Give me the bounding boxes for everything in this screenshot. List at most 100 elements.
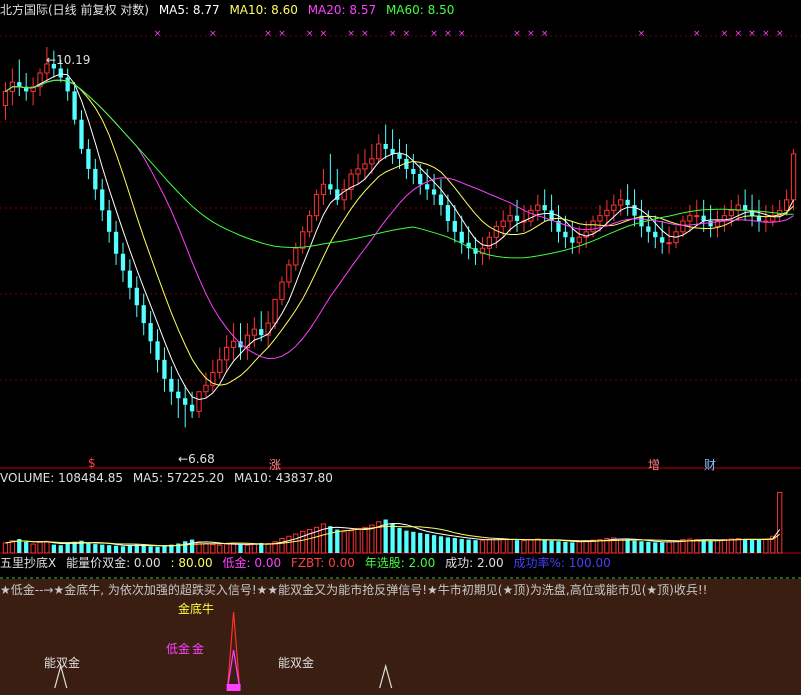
stock-chart-window: { "main": { "title": "北方国际(日线 前复权 对数)", …: [0, 0, 801, 695]
candle-body-100: [694, 215, 700, 218]
candle-body-32: [224, 346, 230, 361]
volume-bar-80: [556, 541, 561, 553]
volume-bar-63: [438, 536, 444, 553]
candle-body-61: [425, 184, 430, 190]
candle-body-37: [259, 329, 264, 336]
top-signal-mark-14: ×: [527, 29, 535, 39]
candle-body-22: [155, 341, 160, 360]
volume-bar-72: [500, 538, 506, 554]
candle-body-23: [162, 359, 167, 379]
top-signal-mark-3: ×: [278, 29, 286, 39]
candle-body-88: [611, 204, 617, 211]
volume-bar-56: [390, 523, 395, 553]
volume-bar-49: [341, 531, 347, 554]
volume-bar-22: [155, 546, 160, 553]
candle-body-102: [708, 221, 713, 227]
candle-body-8: [58, 68, 63, 78]
top-signal-mark-8: ×: [389, 29, 397, 39]
candle-body-90: [625, 199, 630, 206]
volume-bar-102: [708, 540, 713, 553]
candle-body-105: [728, 209, 734, 217]
volume-bar-61: [425, 534, 430, 553]
candle-body-60: [418, 173, 423, 185]
candle-body-52: [362, 163, 368, 170]
volume-bar-40: [279, 537, 285, 554]
volume-bar-82: [570, 542, 575, 553]
volume-bar-93: [646, 541, 651, 553]
candle-body-39: [272, 298, 278, 324]
volume-bar-6: [44, 540, 50, 554]
candle-body-2: [17, 82, 22, 87]
candle-body-56: [390, 148, 395, 154]
volume-bar-92: [639, 541, 644, 553]
volume-bar-101: [701, 540, 706, 553]
volume-bar-85: [590, 539, 596, 554]
volume-bar-7: [51, 544, 56, 553]
top-signal-mark-17: ×: [693, 29, 701, 39]
volume-bar-106: [735, 537, 741, 554]
candle-body-74: [514, 215, 520, 222]
volume-bar-107: [743, 539, 748, 553]
top-signal-mark-22: ×: [776, 29, 784, 39]
candle-body-29: [203, 384, 209, 393]
volume-bar-84: [583, 540, 589, 554]
candle-body-107: [743, 205, 748, 211]
ma10-value: MA10: 8.60: [229, 3, 298, 17]
volume-bar-38: [265, 543, 271, 554]
volume-bar-50: [348, 530, 354, 554]
top-signal-mark-6: ×: [347, 29, 355, 39]
volume-bar-75: [521, 540, 527, 554]
candle-body-14: [100, 189, 105, 211]
volume-bar-77: [535, 538, 541, 554]
volume-bar-5: [37, 541, 43, 554]
candle-body-81: [563, 231, 568, 238]
volume-bar-74: [514, 540, 520, 553]
top-signal-mark-5: ×: [320, 29, 328, 39]
moving-average-lines: [5, 73, 794, 401]
volume-bar-31: [217, 544, 223, 554]
volume-bar-91: [632, 540, 637, 553]
candle-body-113: [783, 199, 790, 211]
marker-finance: 财: [704, 458, 717, 472]
candle-body-98: [680, 220, 686, 233]
candle-body-13: [93, 168, 98, 190]
top-signal-mark-1: ×: [209, 29, 217, 39]
candle-body-77: [535, 204, 541, 211]
candle-body-43: [300, 231, 306, 249]
volume-bar-67: [466, 539, 471, 553]
volume-ma10-value: MA10: 43837.80: [233, 471, 333, 485]
volume-bar-14: [100, 544, 105, 553]
volume-bar-27: [189, 539, 195, 553]
candle-body-33: [230, 340, 237, 348]
indicator-description: ★低金--→★金底牛, 为依次加强的超跌买入信号!★★能双金又为能市抢反弹信号!…: [0, 583, 708, 597]
volume-bar-73: [507, 539, 513, 554]
candle-body-53: [369, 158, 375, 165]
candle-body-66: [459, 231, 464, 243]
ma60-value: MA60: 8.50: [385, 3, 455, 17]
candle-body-72: [500, 220, 506, 227]
volume-bar-32: [224, 543, 230, 554]
volume-value: VOLUME: 108484.85: [0, 471, 123, 485]
candle-body-54: [376, 143, 382, 160]
top-signal-mark-11: ×: [444, 29, 452, 39]
signal-label-double-gold-1: 能双金: [44, 656, 81, 670]
volume-bar-86: [597, 539, 603, 554]
volume-bar-95: [660, 542, 665, 553]
candle-body-89: [618, 199, 624, 206]
volume-bar-15: [107, 545, 112, 553]
candle-body-65: [452, 221, 457, 232]
candle-body-21: [148, 323, 153, 342]
volume-bars: [2, 491, 783, 554]
volume-bar-16: [113, 545, 119, 553]
candle-body-40: [279, 281, 285, 300]
indicator-param-2: : 80.00: [170, 556, 213, 570]
volume-bar-65: [452, 537, 457, 553]
top-signal-mark-7: ×: [361, 29, 369, 39]
volume-bar-21: [148, 546, 153, 553]
top-signal-mark-4: ×: [306, 29, 314, 39]
candle-body-27: [189, 404, 195, 412]
volume-bar-26: [183, 541, 188, 553]
volume-bar-36: [251, 543, 257, 554]
volume-bar-96: [666, 541, 672, 554]
volume-bar-108: [749, 539, 755, 553]
